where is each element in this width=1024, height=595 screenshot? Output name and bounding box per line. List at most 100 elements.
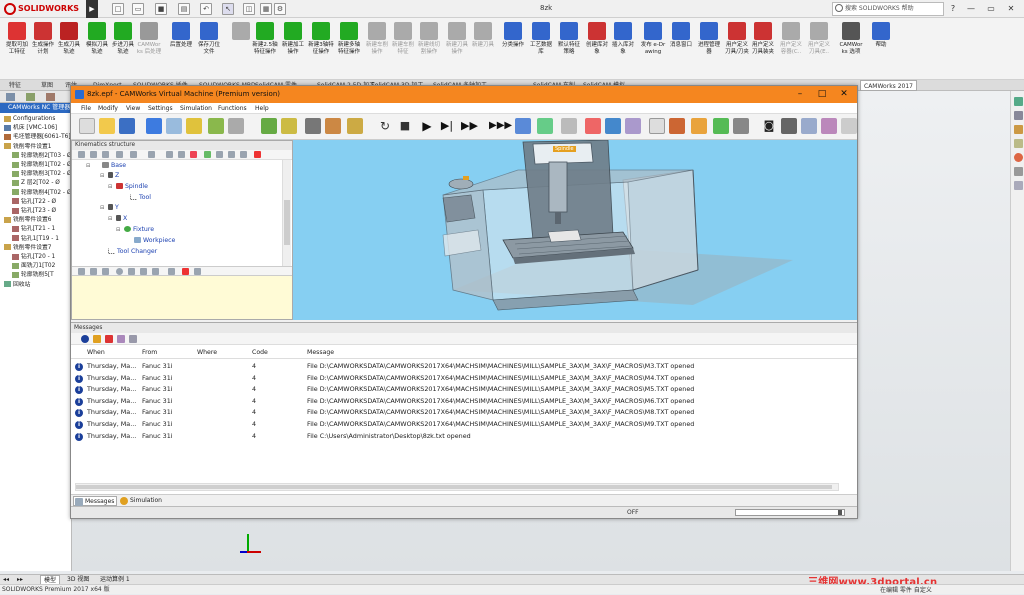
expand-icon[interactable]: ⊟ <box>116 227 120 233</box>
machine-3d-view[interactable]: Spindle <box>293 140 857 320</box>
cmd-button-24[interactable]: 消息窗口 <box>668 22 694 78</box>
print-icon[interactable]: ▤ <box>178 3 190 15</box>
tree-item[interactable]: Configurations <box>4 115 74 124</box>
undo-icon[interactable]: ↶ <box>200 3 212 15</box>
kin-tool-add-icon[interactable] <box>78 151 85 158</box>
node-y[interactable]: Y <box>108 203 119 212</box>
tree-item[interactable]: 回收站 <box>4 281 74 290</box>
cmd-button-23[interactable]: 发布 e-Drawing <box>640 22 666 78</box>
menu-view[interactable]: View <box>126 103 140 114</box>
menu-file[interactable]: File <box>81 103 91 114</box>
tree-item[interactable]: 铣削零件设置6 <box>4 216 74 225</box>
cmd-button-3[interactable]: 模拟刀具轨迹 <box>84 22 110 78</box>
rebuild-icon[interactable]: ◫ <box>243 3 255 15</box>
scroll-thumb[interactable] <box>76 485 832 489</box>
view-options-icon[interactable] <box>228 118 244 134</box>
reset-icon[interactable]: ↻ <box>377 118 393 134</box>
select-icon[interactable]: ↖ <box>222 3 234 15</box>
cut-material-icon[interactable] <box>605 118 621 134</box>
cmd-button-5[interactable]: CAMWorks 后处理 <box>136 22 162 78</box>
config-tab-icon[interactable] <box>46 93 55 101</box>
record-icon[interactable] <box>781 118 797 134</box>
tab-simulation-history[interactable]: Simulation history <box>119 496 183 514</box>
prop-tool-f-icon[interactable] <box>140 268 147 275</box>
kin-tool-insert-icon[interactable] <box>116 151 123 158</box>
properties-icon[interactable] <box>821 118 837 134</box>
minimize-button[interactable]: — <box>964 3 978 15</box>
tab-0[interactable]: 特征 <box>6 80 24 91</box>
open-folder-icon[interactable] <box>99 118 115 134</box>
expand-icon[interactable]: ⊟ <box>86 163 90 169</box>
col-code[interactable]: Code <box>252 347 268 359</box>
save-log-icon[interactable] <box>117 335 125 343</box>
cmd-button-0[interactable]: 提取可加工特征 <box>4 22 30 78</box>
kin-tool-link-icon[interactable] <box>102 151 109 158</box>
vm-minimize-button[interactable]: – <box>789 86 811 103</box>
tab-12[interactable]: CAMWorks 2017 <box>860 80 917 91</box>
rotate-view-icon[interactable] <box>186 118 202 134</box>
collision-icon[interactable] <box>537 118 553 134</box>
prop-tool-h-icon[interactable] <box>168 268 175 275</box>
menu-help[interactable]: Help <box>255 103 269 114</box>
cmd-button-1[interactable]: 生成操作计划 <box>30 22 56 78</box>
cmd-button-11[interactable]: 新建3轴特征操作 <box>308 22 334 78</box>
message-row[interactable]: i Thursday, Ma... Fanuc 31i 4 File D:\CAMWOR… <box>71 361 857 373</box>
section-icon[interactable] <box>649 118 665 134</box>
more-tools-icon[interactable] <box>841 118 857 134</box>
stock-icon[interactable] <box>585 118 601 134</box>
menu-settings[interactable]: Settings <box>148 103 173 114</box>
vm-maximize-button[interactable]: □ <box>811 86 833 103</box>
zoom-icon[interactable] <box>166 118 182 134</box>
cmd-button-4[interactable]: 步进刀具轨迹 <box>110 22 136 78</box>
custom-properties-icon[interactable] <box>1014 167 1023 176</box>
prop-tool-delete-icon[interactable] <box>182 268 189 275</box>
view-palette-icon[interactable] <box>1014 139 1023 148</box>
scroll-thumb[interactable] <box>284 200 290 245</box>
node-base[interactable]: Base <box>102 161 126 170</box>
cmd-button-2[interactable]: 生成刀具轨迹 <box>56 22 82 78</box>
cmd-button-12[interactable]: 新建多轴特征操作 <box>336 22 362 78</box>
cmd-button-10[interactable]: 新建加工操作 <box>280 22 306 78</box>
maximize-button[interactable]: ▭ <box>984 3 998 15</box>
kin-tool-export-icon[interactable] <box>240 151 247 158</box>
tree-item[interactable]: 铣削零件设置7 <box>4 244 74 253</box>
close-button[interactable]: ✕ <box>1004 3 1018 15</box>
cmd-button-28[interactable]: 用户定义容器(C.. <box>778 22 804 78</box>
message-row[interactable]: i Thursday, Ma... Fanuc 31i 4 File D:\CAMWOR… <box>71 396 857 408</box>
kin-tool-green-icon[interactable] <box>204 151 211 158</box>
menu-functions[interactable]: Functions <box>218 103 247 114</box>
cmd-button-9[interactable]: 新建2.5轴特征操作 <box>252 22 278 78</box>
node-spindle[interactable]: Spindle <box>116 182 148 191</box>
message-row[interactable]: i Thursday, Ma... Fanuc 31i 4 File D:\CAMWOR… <box>71 419 857 431</box>
prop-tool-a-icon[interactable] <box>78 268 85 275</box>
cmd-button-22[interactable]: 插入库对象 <box>610 22 636 78</box>
node-tool-changer[interactable]: Tool Changer <box>108 247 157 256</box>
machine-setup-icon[interactable] <box>261 118 277 134</box>
resources-icon[interactable] <box>1014 97 1023 106</box>
message-row[interactable]: i Thursday, Ma... Fanuc 31i 4 File D:\CAMWOR… <box>71 373 857 385</box>
col-message[interactable]: Message <box>307 347 334 359</box>
prop-tool-e-icon[interactable] <box>128 268 135 275</box>
measure-icon[interactable] <box>305 118 321 134</box>
menu-modify[interactable]: Modify <box>98 103 118 114</box>
cmd-button-26[interactable]: 用户定义刀具/刀夹 <box>724 22 750 78</box>
trace-icon[interactable] <box>669 118 685 134</box>
cmd-button-7[interactable]: 保存刀位文件 <box>196 22 222 78</box>
clear-log-icon[interactable] <box>129 335 137 343</box>
move-icon[interactable] <box>713 118 729 134</box>
kin-tool-color-icon[interactable] <box>190 151 197 158</box>
compare-icon[interactable] <box>733 118 749 134</box>
tab-messages[interactable]: Messages <box>73 496 117 506</box>
kin-tool-axis-icon[interactable] <box>90 151 97 158</box>
settings-tool-icon[interactable] <box>325 118 341 134</box>
cmd-button-19[interactable]: 工艺数据库 <box>528 22 554 78</box>
cmd-button-6[interactable]: 后置处理 <box>168 22 194 78</box>
menu-simulation[interactable]: Simulation <box>180 103 212 114</box>
prop-tool-b-icon[interactable] <box>90 268 97 275</box>
new-file-icon[interactable] <box>79 118 95 134</box>
save-file-icon[interactable] <box>119 118 135 134</box>
cmd-button-20[interactable]: 默认特征策略 <box>556 22 582 78</box>
col-from[interactable]: From <box>142 347 157 359</box>
expand-icon[interactable]: ⊟ <box>108 184 112 190</box>
tree-item[interactable]: 铣削零件设置1 <box>4 143 74 152</box>
